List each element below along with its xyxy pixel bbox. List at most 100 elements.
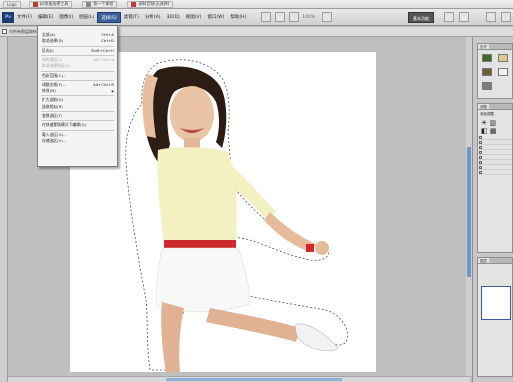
minimize-icon[interactable]	[486, 12, 496, 22]
tools-panel	[0, 37, 8, 382]
tab-adjustments[interactable]: 调整	[478, 104, 489, 109]
menu-item-label: 扩大选取(G)	[42, 97, 64, 103]
menu-item[interactable]: 扩大选取(G)	[42, 97, 114, 103]
menu-bar: Ps 文件(F) 编辑(E) 图像(I) 图层(L) 选择(S) 滤镜(T) 分…	[0, 9, 513, 26]
zoom-tool-icon[interactable]	[275, 12, 286, 22]
menu-item[interactable]: 取消选择(D) Ctrl+D	[42, 38, 114, 44]
layer-thumbnail[interactable]	[481, 286, 511, 320]
taskbar-item-recorder[interactable]: 录制音频(无选择)	[127, 0, 174, 8]
arrange-icon[interactable]	[289, 12, 300, 22]
menu-separator	[41, 111, 114, 112]
workspace-option-icon[interactable]	[444, 12, 454, 22]
taskbar-item-label: ps快速选择工具	[39, 1, 69, 6]
menu-item[interactable]: 存储选区(V)...	[42, 138, 114, 144]
list-item[interactable]	[478, 170, 512, 175]
close-icon[interactable]	[501, 12, 511, 22]
adjustments-label: 添加调整	[480, 112, 494, 116]
menu-window[interactable]: 窗口(W)	[204, 12, 227, 23]
workspace-option-icon[interactable]	[459, 12, 469, 22]
tab-history[interactable]: 历史	[478, 44, 489, 49]
horizontal-scroll-thumb[interactable]	[166, 378, 342, 381]
menu-item-label: 修改(M)	[42, 88, 56, 94]
menu-item-label: 取消选择图层(S)	[42, 63, 71, 69]
menu-filter[interactable]: 滤镜(T)	[121, 12, 142, 23]
sample-all-layers-label: 对所有图层取样	[9, 28, 37, 34]
menu-file[interactable]: 文件(F)	[14, 12, 35, 23]
sample-all-layers-checkbox[interactable]	[2, 29, 7, 34]
menu-item[interactable]: 选取相似(R)	[42, 104, 114, 110]
menu-separator	[41, 70, 114, 72]
levels-icon[interactable]: ☀ ▥	[478, 119, 512, 127]
menu-select[interactable]: 选择(S)	[97, 11, 121, 23]
menu-item-label: 在快速蒙版模式下编辑(Q)	[42, 122, 86, 128]
swatch-icon[interactable]	[482, 82, 492, 90]
menu-item-label: 存储选区(V)...	[42, 137, 67, 143]
menu-item[interactable]: 在快速蒙版模式下编辑(Q)	[42, 122, 114, 128]
workspace-button[interactable]: 基本功能	[408, 12, 434, 23]
vertical-scroll-thumb[interactable]	[467, 147, 471, 277]
menu-help[interactable]: 帮助(H)	[227, 12, 249, 23]
taskbar: Logo ps快速选择工具 第一个课程 录制音频(无选择)	[0, 0, 513, 9]
adjustments-panel: 调整 添加调整 ☀ ▥ ◧ ▦	[477, 103, 513, 253]
menu-image[interactable]: 图像(I)	[56, 12, 76, 23]
tab-layers[interactable]: 图层	[478, 258, 489, 263]
menu-analysis[interactable]: 分析(A)	[142, 12, 164, 23]
menu-separator	[41, 79, 114, 81]
wrist-band	[306, 244, 314, 252]
menu-item-label: 反向(I)	[42, 47, 54, 53]
menu-layer[interactable]: 图层(L)	[76, 12, 97, 23]
foreground-swatch[interactable]	[482, 54, 492, 62]
menu-separator	[41, 120, 114, 122]
zoom-level[interactable]: 100%	[299, 12, 318, 23]
hand-tool-icon[interactable]	[261, 12, 272, 22]
menu-item-shortcut: Alt+Ctrl+A	[93, 56, 114, 62]
menu-item[interactable]: 反向(I) Shift+Ctrl+I	[42, 48, 114, 54]
menu-edit[interactable]: 编辑(E)	[35, 12, 56, 23]
curves-icon[interactable]: ◧ ▦	[478, 127, 512, 135]
horizontal-scrollbar[interactable]	[8, 376, 470, 382]
menu-item[interactable]: 所有图层(L) Alt+Ctrl+A	[42, 57, 114, 63]
background-swatch[interactable]	[498, 54, 508, 62]
menu-item[interactable]: 色彩范围(C)...	[42, 73, 114, 79]
menu-3d[interactable]: 3D(D)	[163, 12, 182, 23]
menu-separator	[41, 45, 114, 47]
menu-item[interactable]: 变换选区(T)	[42, 113, 114, 119]
screen-mode-icon[interactable]	[322, 12, 333, 22]
menu-item-label: 取消选择(D)	[42, 38, 64, 44]
menu-item-shortcut: Shift+Ctrl+I	[91, 47, 114, 53]
menu-item-label: 色彩范围(C)...	[42, 72, 67, 78]
menu-item[interactable]: 载入选区(O)...	[42, 132, 114, 138]
select-menu-dropdown: 全部(A) Ctrl+A 取消选择(D) Ctrl+D 反向(I) Shift+Ctrl+…	[37, 25, 118, 167]
menu-separator	[41, 95, 114, 97]
menu-item-shortcut: Alt+Ctrl+R	[93, 81, 114, 87]
menu-item-shortcut: Ctrl+A	[101, 32, 114, 37]
menu-item-label: 调整边缘(F)...	[42, 81, 66, 87]
swatch-icon[interactable]	[498, 68, 508, 76]
taskbar-item-label: 录制音频(无选择)	[138, 1, 170, 6]
menu-item[interactable]: 全部(A) Ctrl+A	[42, 32, 114, 38]
menu-item-label: 变换选区(T)	[42, 113, 63, 118]
layers-panel: 图层	[477, 257, 513, 377]
taskbar-item-tutorial[interactable]: ps快速选择工具	[28, 0, 73, 8]
menu-item-label: 选取相似(R)	[42, 103, 63, 109]
taskbar-item-label: 第一个课程	[93, 1, 114, 6]
swatch-icon[interactable]	[482, 68, 492, 76]
window-icon	[131, 1, 137, 7]
ps-logo: Ps	[2, 11, 14, 23]
menu-view[interactable]: 视图(V)	[183, 12, 205, 23]
menu-item[interactable]: 取消选择图层(S)	[42, 63, 114, 69]
menu-item-label: 全部(A)	[42, 32, 56, 37]
menu-item[interactable]: 调整边缘(F)... Alt+Ctrl+R	[42, 82, 114, 88]
taskbar-item-course[interactable]: 第一个课程	[82, 0, 118, 8]
window-icon	[32, 1, 38, 7]
taskbar-item-label: Logo	[7, 1, 17, 7]
menu-separator	[41, 129, 114, 131]
color-panel: 历史	[477, 43, 513, 99]
taskbar-item-logo[interactable]: Logo	[3, 0, 21, 8]
right-panel-dock: 历史 调整 添加调整 ☀ ▥ ◧ ▦ 图层	[472, 37, 513, 382]
menu-item-label: 所有图层(L)	[42, 56, 63, 62]
menu-item-shortcut: Ctrl+D	[101, 38, 114, 44]
menu-item-label: 载入选区(O)...	[42, 131, 67, 137]
menu-item[interactable]: 修改(M) ▶	[42, 88, 114, 94]
window-icon	[86, 1, 92, 7]
